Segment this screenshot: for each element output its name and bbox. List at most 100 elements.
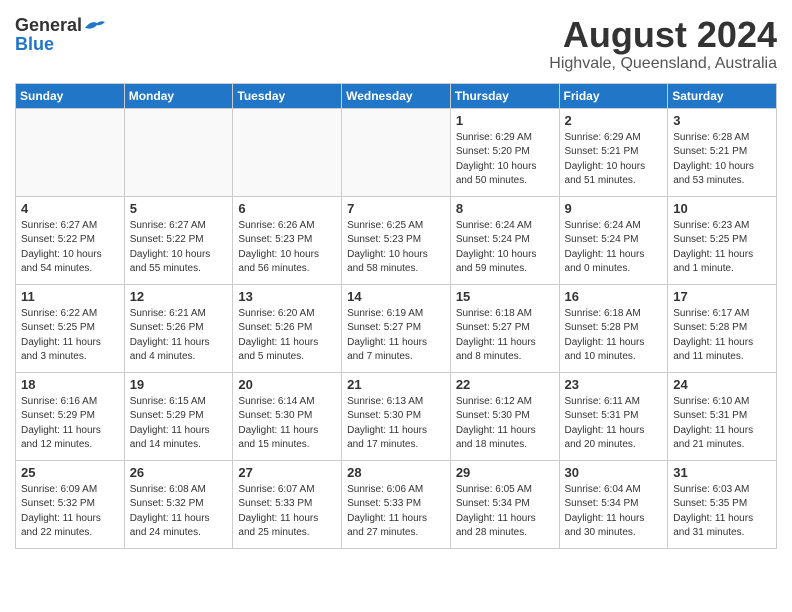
calendar-week-4: 18Sunrise: 6:16 AMSunset: 5:29 PMDayligh… [16, 372, 777, 460]
calendar-cell: 12 Sunrise: 6:21 AMSunset: 5:26 PMDayligh… [124, 284, 233, 372]
day-number: 5 [130, 201, 228, 216]
day-number: 1 [456, 113, 554, 128]
title-section: August 2024 Highvale, Queensland, Austra… [549, 15, 777, 73]
day-number: 18 [21, 377, 119, 392]
calendar-cell [342, 108, 451, 196]
day-info: Sunrise: 6:09 AMSunset: 5:32 PMDaylight:… [21, 483, 119, 541]
day-info: Sunrise: 6:08 AMSunset: 5:32 PMDaylight:… [130, 483, 228, 541]
day-number: 22 [456, 377, 554, 392]
calendar-cell: 17 Sunrise: 6:17 AMSunset: 5:28 PMDayligh… [668, 284, 777, 372]
calendar-cell: 4 Sunrise: 6:27 AMSunset: 5:22 PMDaylight… [16, 196, 125, 284]
page-header: General Blue August 2024 Highvale, Queen… [15, 15, 777, 73]
col-header-thursday: Thursday [450, 83, 559, 108]
day-number: 26 [130, 465, 228, 480]
day-number: 7 [347, 201, 445, 216]
day-info: Sunrise: 6:12 AMSunset: 5:30 PMDaylight:… [456, 395, 554, 453]
day-number: 14 [347, 289, 445, 304]
day-info: Sunrise: 6:22 AMSunset: 5:25 PMDaylight:… [21, 307, 119, 365]
day-number: 8 [456, 201, 554, 216]
day-info: Sunrise: 6:19 AMSunset: 5:27 PMDaylight:… [347, 307, 445, 365]
calendar-cell [233, 108, 342, 196]
day-info: Sunrise: 6:03 AMSunset: 5:35 PMDaylight:… [673, 483, 771, 541]
day-number: 25 [21, 465, 119, 480]
day-number: 4 [21, 201, 119, 216]
calendar-week-5: 25 Sunrise: 6:09 AMSunset: 5:32 PMDayligh… [16, 460, 777, 548]
calendar-cell: 27Sunrise: 6:07 AMSunset: 5:33 PMDayligh… [233, 460, 342, 548]
calendar-cell [16, 108, 125, 196]
day-info: Sunrise: 6:17 AMSunset: 5:28 PMDaylight:… [673, 307, 771, 365]
day-info: Sunrise: 6:27 AMSunset: 5:22 PMDaylight:… [21, 219, 119, 277]
day-number: 9 [565, 201, 663, 216]
day-info: Sunrise: 6:13 AMSunset: 5:30 PMDaylight:… [347, 395, 445, 453]
calendar-cell: 19 Sunrise: 6:15 AMSunset: 5:29 PMDayligh… [124, 372, 233, 460]
calendar-cell: 30Sunrise: 6:04 AMSunset: 5:34 PMDayligh… [559, 460, 668, 548]
calendar-week-3: 11 Sunrise: 6:22 AMSunset: 5:25 PMDayligh… [16, 284, 777, 372]
calendar-cell: 10 Sunrise: 6:23 AMSunset: 5:25 PMDayligh… [668, 196, 777, 284]
day-number: 2 [565, 113, 663, 128]
day-number: 3 [673, 113, 771, 128]
day-info: Sunrise: 6:05 AMSunset: 5:34 PMDaylight:… [456, 483, 554, 541]
logo: General Blue [15, 15, 106, 55]
calendar-cell: 22 Sunrise: 6:12 AMSunset: 5:30 PMDayligh… [450, 372, 559, 460]
calendar-cell: 28 Sunrise: 6:06 AMSunset: 5:33 PMDayligh… [342, 460, 451, 548]
calendar-table: SundayMondayTuesdayWednesdayThursdayFrid… [15, 83, 777, 549]
month-title: August 2024 [549, 15, 777, 55]
calendar-week-1: 1Sunrise: 6:29 AMSunset: 5:20 PMDaylight… [16, 108, 777, 196]
calendar-cell: 11 Sunrise: 6:22 AMSunset: 5:25 PMDayligh… [16, 284, 125, 372]
day-number: 15 [456, 289, 554, 304]
day-info: Sunrise: 6:18 AMSunset: 5:27 PMDaylight:… [456, 307, 554, 365]
col-header-sunday: Sunday [16, 83, 125, 108]
day-info: Sunrise: 6:23 AMSunset: 5:25 PMDaylight:… [673, 219, 771, 277]
day-info: Sunrise: 6:27 AMSunset: 5:22 PMDaylight:… [130, 219, 228, 277]
col-header-wednesday: Wednesday [342, 83, 451, 108]
day-info: Sunrise: 6:15 AMSunset: 5:29 PMDaylight:… [130, 395, 228, 453]
calendar-cell: 5 Sunrise: 6:27 AMSunset: 5:22 PMDaylight… [124, 196, 233, 284]
col-header-monday: Monday [124, 83, 233, 108]
day-info: Sunrise: 6:04 AMSunset: 5:34 PMDaylight:… [565, 483, 663, 541]
day-info: Sunrise: 6:21 AMSunset: 5:26 PMDaylight:… [130, 307, 228, 365]
calendar-cell: 8 Sunrise: 6:24 AMSunset: 5:24 PMDaylight… [450, 196, 559, 284]
calendar-cell: 21 Sunrise: 6:13 AMSunset: 5:30 PMDayligh… [342, 372, 451, 460]
day-number: 29 [456, 465, 554, 480]
day-number: 21 [347, 377, 445, 392]
day-info: Sunrise: 6:24 AMSunset: 5:24 PMDaylight:… [565, 219, 663, 277]
day-number: 27 [238, 465, 336, 480]
calendar-cell: 6 Sunrise: 6:26 AMSunset: 5:23 PMDaylight… [233, 196, 342, 284]
day-number: 16 [565, 289, 663, 304]
day-number: 28 [347, 465, 445, 480]
calendar-cell: 18Sunrise: 6:16 AMSunset: 5:29 PMDayligh… [16, 372, 125, 460]
day-info: Sunrise: 6:29 AMSunset: 5:21 PMDaylight:… [565, 131, 663, 189]
day-info: Sunrise: 6:06 AMSunset: 5:33 PMDaylight:… [347, 483, 445, 541]
calendar-cell: 13Sunrise: 6:20 AMSunset: 5:26 PMDayligh… [233, 284, 342, 372]
day-info: Sunrise: 6:14 AMSunset: 5:30 PMDaylight:… [238, 395, 336, 453]
calendar-cell: 1Sunrise: 6:29 AMSunset: 5:20 PMDaylight… [450, 108, 559, 196]
day-info: Sunrise: 6:10 AMSunset: 5:31 PMDaylight:… [673, 395, 771, 453]
day-number: 17 [673, 289, 771, 304]
calendar-cell: 29 Sunrise: 6:05 AMSunset: 5:34 PMDayligh… [450, 460, 559, 548]
day-number: 11 [21, 289, 119, 304]
calendar-cell: 20 Sunrise: 6:14 AMSunset: 5:30 PMDayligh… [233, 372, 342, 460]
day-number: 31 [673, 465, 771, 480]
calendar-cell: 2 Sunrise: 6:29 AMSunset: 5:21 PMDaylight… [559, 108, 668, 196]
day-info: Sunrise: 6:20 AMSunset: 5:26 PMDaylight:… [238, 307, 336, 365]
calendar-cell: 31 Sunrise: 6:03 AMSunset: 5:35 PMDayligh… [668, 460, 777, 548]
day-number: 19 [130, 377, 228, 392]
calendar-cell: 7 Sunrise: 6:25 AMSunset: 5:23 PMDaylight… [342, 196, 451, 284]
day-info: Sunrise: 6:24 AMSunset: 5:24 PMDaylight:… [456, 219, 554, 277]
day-number: 10 [673, 201, 771, 216]
day-info: Sunrise: 6:18 AMSunset: 5:28 PMDaylight:… [565, 307, 663, 365]
col-header-tuesday: Tuesday [233, 83, 342, 108]
calendar-cell: 9 Sunrise: 6:24 AMSunset: 5:24 PMDaylight… [559, 196, 668, 284]
calendar-header-row: SundayMondayTuesdayWednesdayThursdayFrid… [16, 83, 777, 108]
col-header-saturday: Saturday [668, 83, 777, 108]
day-number: 20 [238, 377, 336, 392]
calendar-cell: 23Sunrise: 6:11 AMSunset: 5:31 PMDayligh… [559, 372, 668, 460]
col-header-friday: Friday [559, 83, 668, 108]
day-info: Sunrise: 6:28 AMSunset: 5:21 PMDaylight:… [673, 131, 771, 189]
day-number: 12 [130, 289, 228, 304]
day-number: 6 [238, 201, 336, 216]
day-info: Sunrise: 6:25 AMSunset: 5:23 PMDaylight:… [347, 219, 445, 277]
logo-bird-icon [83, 18, 105, 34]
day-info: Sunrise: 6:11 AMSunset: 5:31 PMDaylight:… [565, 395, 663, 453]
day-info: Sunrise: 6:26 AMSunset: 5:23 PMDaylight:… [238, 219, 336, 277]
